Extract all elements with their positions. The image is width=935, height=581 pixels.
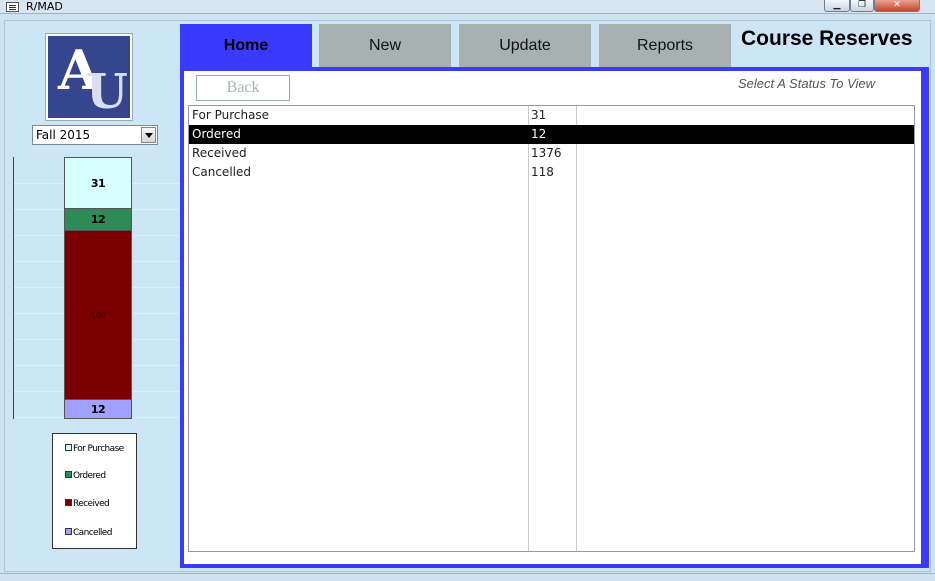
- logo-letter-u: U: [86, 64, 128, 120]
- row-count: 118: [531, 165, 554, 179]
- status-hint: Select A Status To View: [738, 76, 876, 91]
- bar-label-for-purchase: 31: [90, 176, 106, 190]
- tab-update[interactable]: Update: [459, 24, 591, 68]
- row-count: 12: [531, 127, 547, 141]
- tab-home[interactable]: Home: [180, 24, 312, 68]
- row-status: For Purchase: [192, 108, 270, 122]
- window-bottom-border: [0, 573, 935, 581]
- status-list[interactable]: For Purchase 31 Ordered 12 Received 1376…: [188, 105, 915, 552]
- row-count: 31: [531, 108, 547, 122]
- legend-swatch: [65, 528, 72, 535]
- chart-axis: [13, 157, 14, 419]
- app-window: A U Fall 2015 31 12 100 12 For Purchase …: [4, 20, 931, 572]
- bar-label-received: 100: [91, 310, 105, 320]
- minimize-icon: ▁: [833, 0, 841, 10]
- window-title: R/MAD: [26, 0, 63, 13]
- list-row-cancelled[interactable]: Cancelled 118: [189, 163, 914, 182]
- row-count: 1376: [531, 146, 562, 160]
- app-title: Course Reserves: [741, 27, 913, 50]
- main-content: Back Select A Status To View For Purchas…: [184, 71, 921, 564]
- legend-item-for-purchase: For Purchase: [65, 443, 124, 455]
- status-chart: 31 12 100 12: [13, 157, 180, 419]
- restore-icon: ❐: [857, 0, 867, 10]
- row-status: Ordered: [192, 127, 241, 141]
- maximize-button[interactable]: ❐: [850, 0, 874, 12]
- back-button[interactable]: Back: [196, 75, 290, 101]
- tab-reports[interactable]: Reports: [599, 24, 731, 68]
- minimize-button[interactable]: ▁: [824, 0, 850, 12]
- list-row-ordered[interactable]: Ordered 12: [189, 125, 914, 144]
- legend-label: For Purchase: [73, 444, 124, 454]
- app-icon: [6, 2, 19, 12]
- legend-swatch: [65, 444, 72, 451]
- main-panel: Back Select A Status To View For Purchas…: [180, 67, 929, 568]
- row-status: Cancelled: [192, 165, 251, 179]
- legend-swatch: [65, 499, 72, 506]
- semester-select[interactable]: Fall 2015: [32, 125, 158, 145]
- semester-value: Fall 2015: [36, 128, 91, 142]
- legend-item-received: Received: [65, 498, 110, 510]
- logo-background: A U: [48, 36, 130, 118]
- legend-label: Ordered: [73, 471, 106, 481]
- tab-new[interactable]: New: [319, 24, 451, 68]
- list-row-for-purchase[interactable]: For Purchase 31: [189, 106, 914, 125]
- bar-cancelled[interactable]: 12: [64, 399, 132, 419]
- legend-label: Cancelled: [73, 528, 112, 538]
- title-bar: R/MAD ▁ ❐ ✕: [0, 0, 935, 14]
- university-logo: A U: [45, 33, 133, 121]
- row-status: Received: [192, 146, 247, 160]
- legend-swatch: [65, 471, 72, 478]
- legend-label: Received: [73, 499, 110, 509]
- legend-item-cancelled: Cancelled: [65, 527, 112, 539]
- bar-label-ordered: 12: [90, 213, 106, 226]
- legend-item-ordered: Ordered: [65, 470, 106, 482]
- chevron-down-icon[interactable]: [141, 127, 156, 143]
- close-icon: ✕: [893, 0, 901, 10]
- bar-for-purchase[interactable]: 31: [64, 157, 132, 209]
- close-button[interactable]: ✕: [874, 0, 920, 12]
- list-row-received[interactable]: Received 1376: [189, 144, 914, 163]
- chart-legend: For Purchase Ordered Received Cancelled: [52, 433, 137, 549]
- bar-label-cancelled: 12: [90, 402, 106, 416]
- bar-ordered[interactable]: 12: [64, 208, 132, 231]
- bar-received[interactable]: 100: [64, 230, 132, 400]
